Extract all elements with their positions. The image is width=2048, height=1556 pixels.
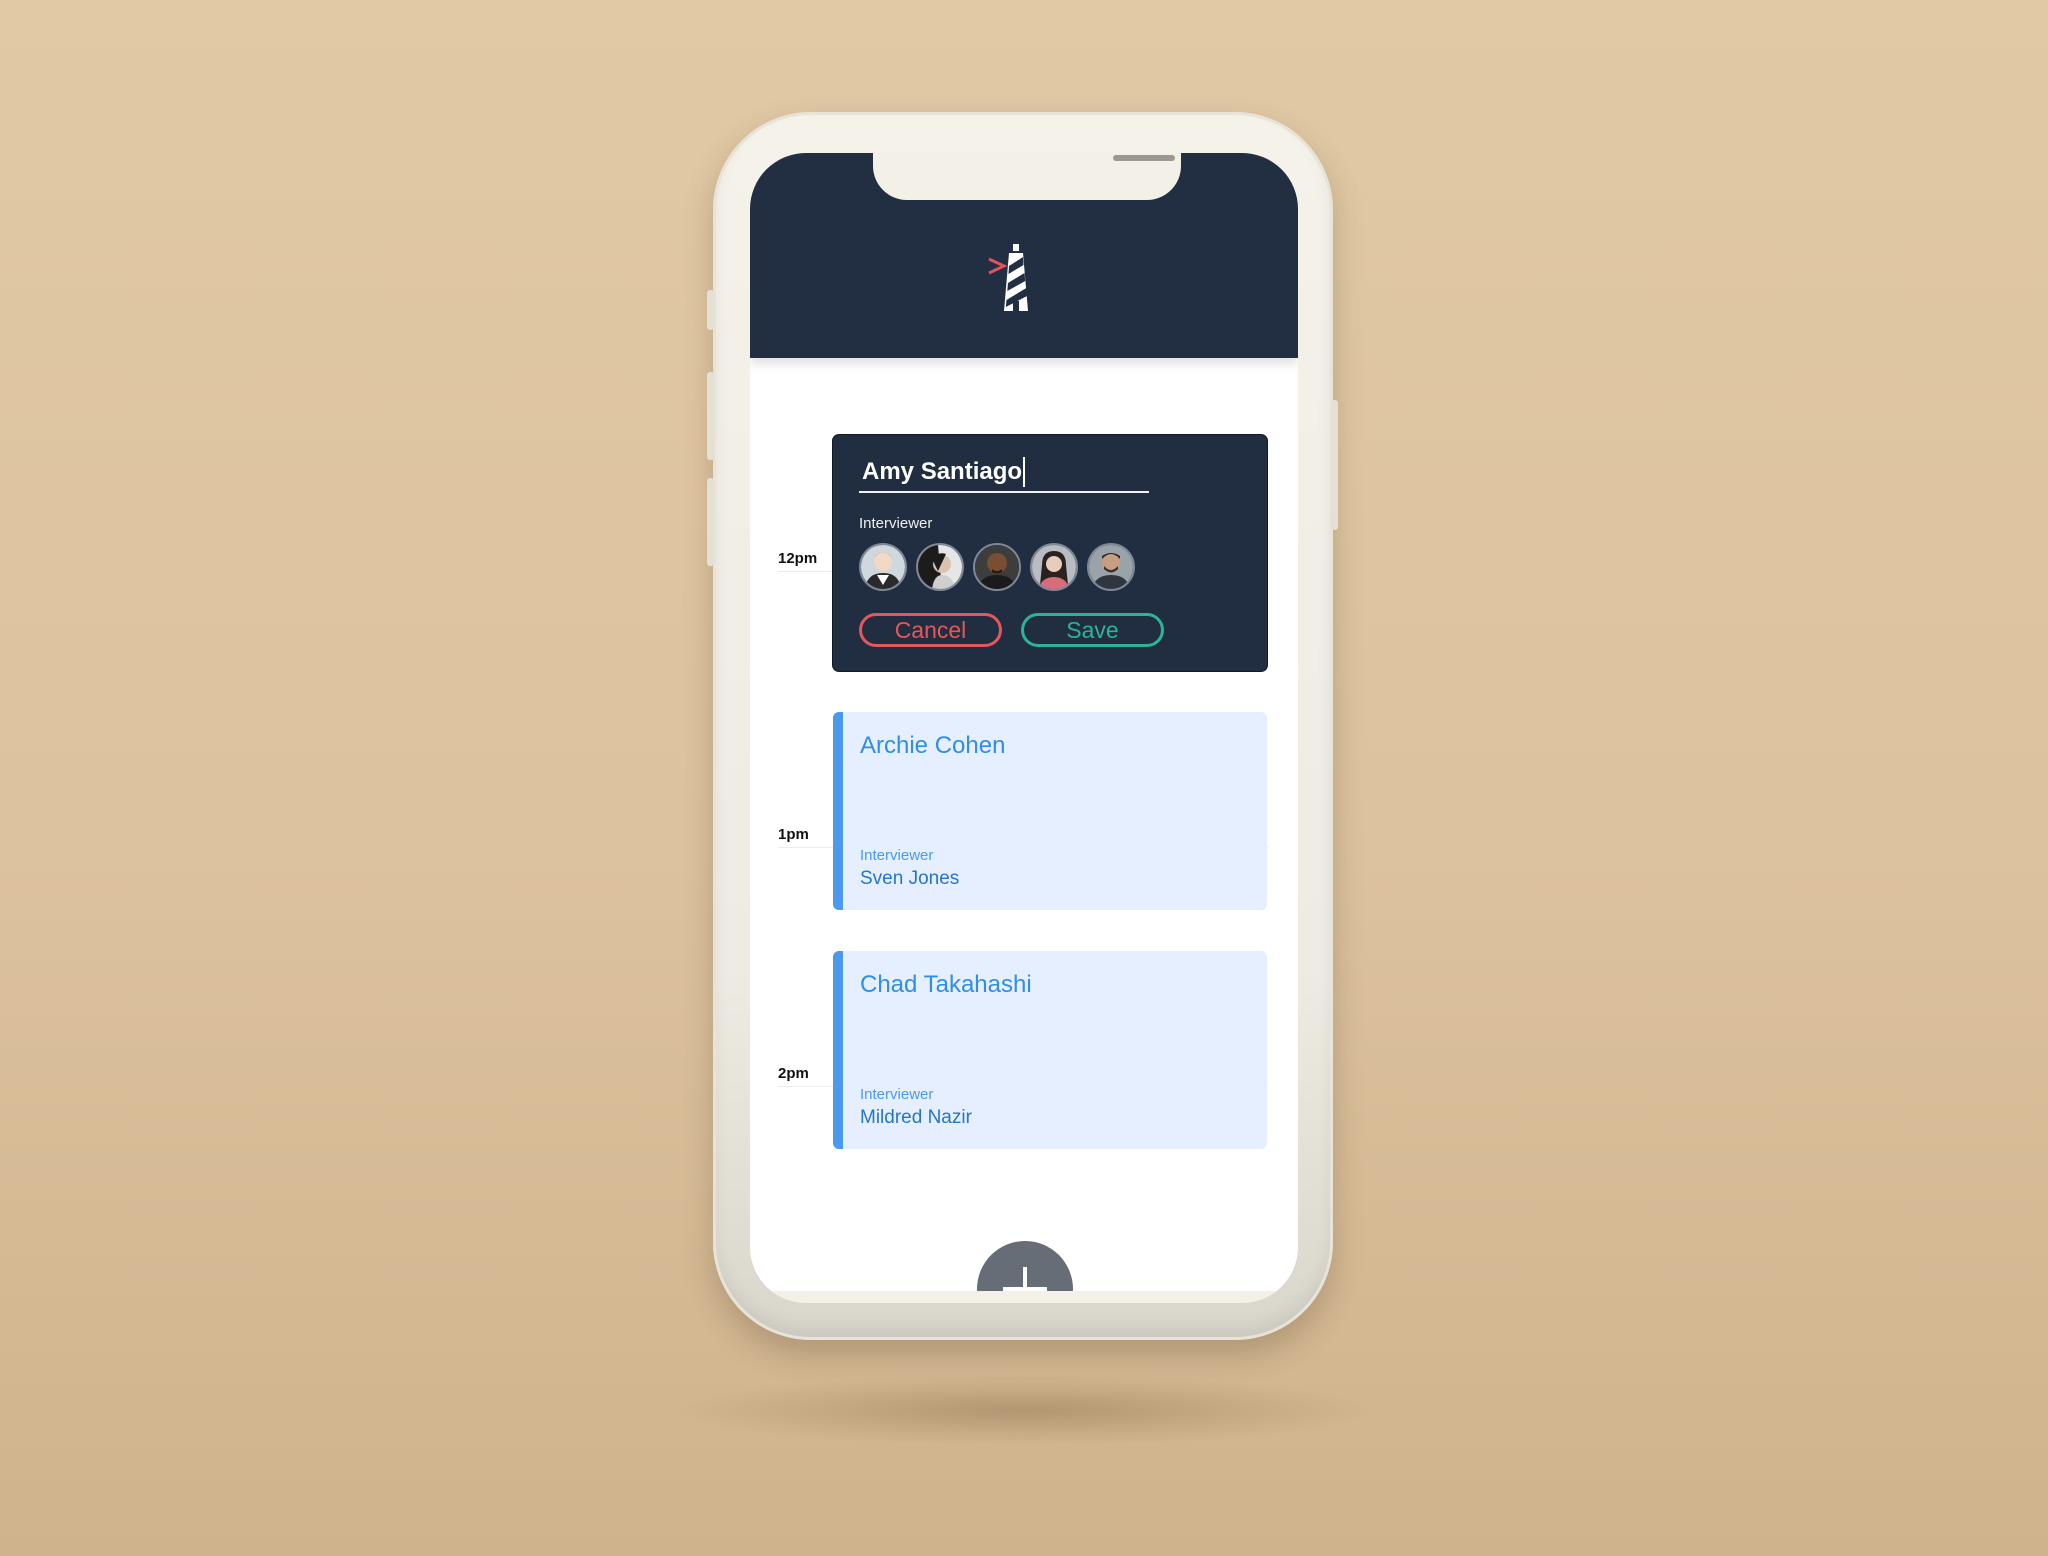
power-button <box>1331 400 1338 530</box>
event-card[interactable]: Chad Takahashi Interviewer Mildred Nazir <box>833 951 1267 1149</box>
hour-label: 12pm <box>778 550 818 567</box>
phone-notch <box>873 153 1181 200</box>
cancel-button[interactable]: Cancel <box>859 613 1002 647</box>
event-interviewer-name: Sven Jones <box>860 868 960 889</box>
event-interviewer-label: Interviewer <box>860 847 934 864</box>
phone-screen: 12pm 1pm 2pm 3pm Interviewer <box>750 153 1298 1303</box>
text-cursor <box>1023 457 1025 487</box>
interviewer-avatar-3[interactable] <box>973 543 1021 591</box>
interviewer-avatar-1[interactable] <box>859 543 907 591</box>
volume-down-button <box>707 478 714 566</box>
avatar-photo-3-icon <box>975 545 1019 589</box>
new-interview-editor: Interviewer <box>833 435 1267 671</box>
event-card[interactable]: Archie Cohen Interviewer Sven Jones <box>833 712 1267 910</box>
candidate-name-input[interactable] <box>859 453 1149 493</box>
speaker-grille <box>1113 155 1175 161</box>
phone-shadow <box>680 1375 1370 1445</box>
event-interviewer-label: Interviewer <box>860 1086 934 1103</box>
avatar-photo-4-icon <box>1032 545 1076 589</box>
phone-bottom-bezel <box>750 1291 1298 1303</box>
interviewer-label: Interviewer <box>859 515 933 532</box>
silent-switch <box>707 290 714 330</box>
event-candidate-name: Chad Takahashi <box>860 971 1032 998</box>
interviewer-avatar-5[interactable] <box>1087 543 1135 591</box>
lighthouse-icon <box>988 244 1028 311</box>
event-interviewer-name: Mildred Nazir <box>860 1107 972 1128</box>
interviewer-picker <box>859 543 1135 591</box>
volume-up-button <box>707 372 714 460</box>
hour-label: 1pm <box>778 826 809 843</box>
save-button[interactable]: Save <box>1021 613 1164 647</box>
hour-label: 2pm <box>778 1065 809 1082</box>
avatar-photo-5-icon <box>1089 545 1133 589</box>
interviewer-avatar-2[interactable] <box>916 543 964 591</box>
event-candidate-name: Archie Cohen <box>860 732 1006 759</box>
interviewer-avatar-4[interactable] <box>1030 543 1078 591</box>
avatar-photo-1-icon <box>861 545 905 589</box>
avatar-photo-2-icon <box>918 545 962 589</box>
